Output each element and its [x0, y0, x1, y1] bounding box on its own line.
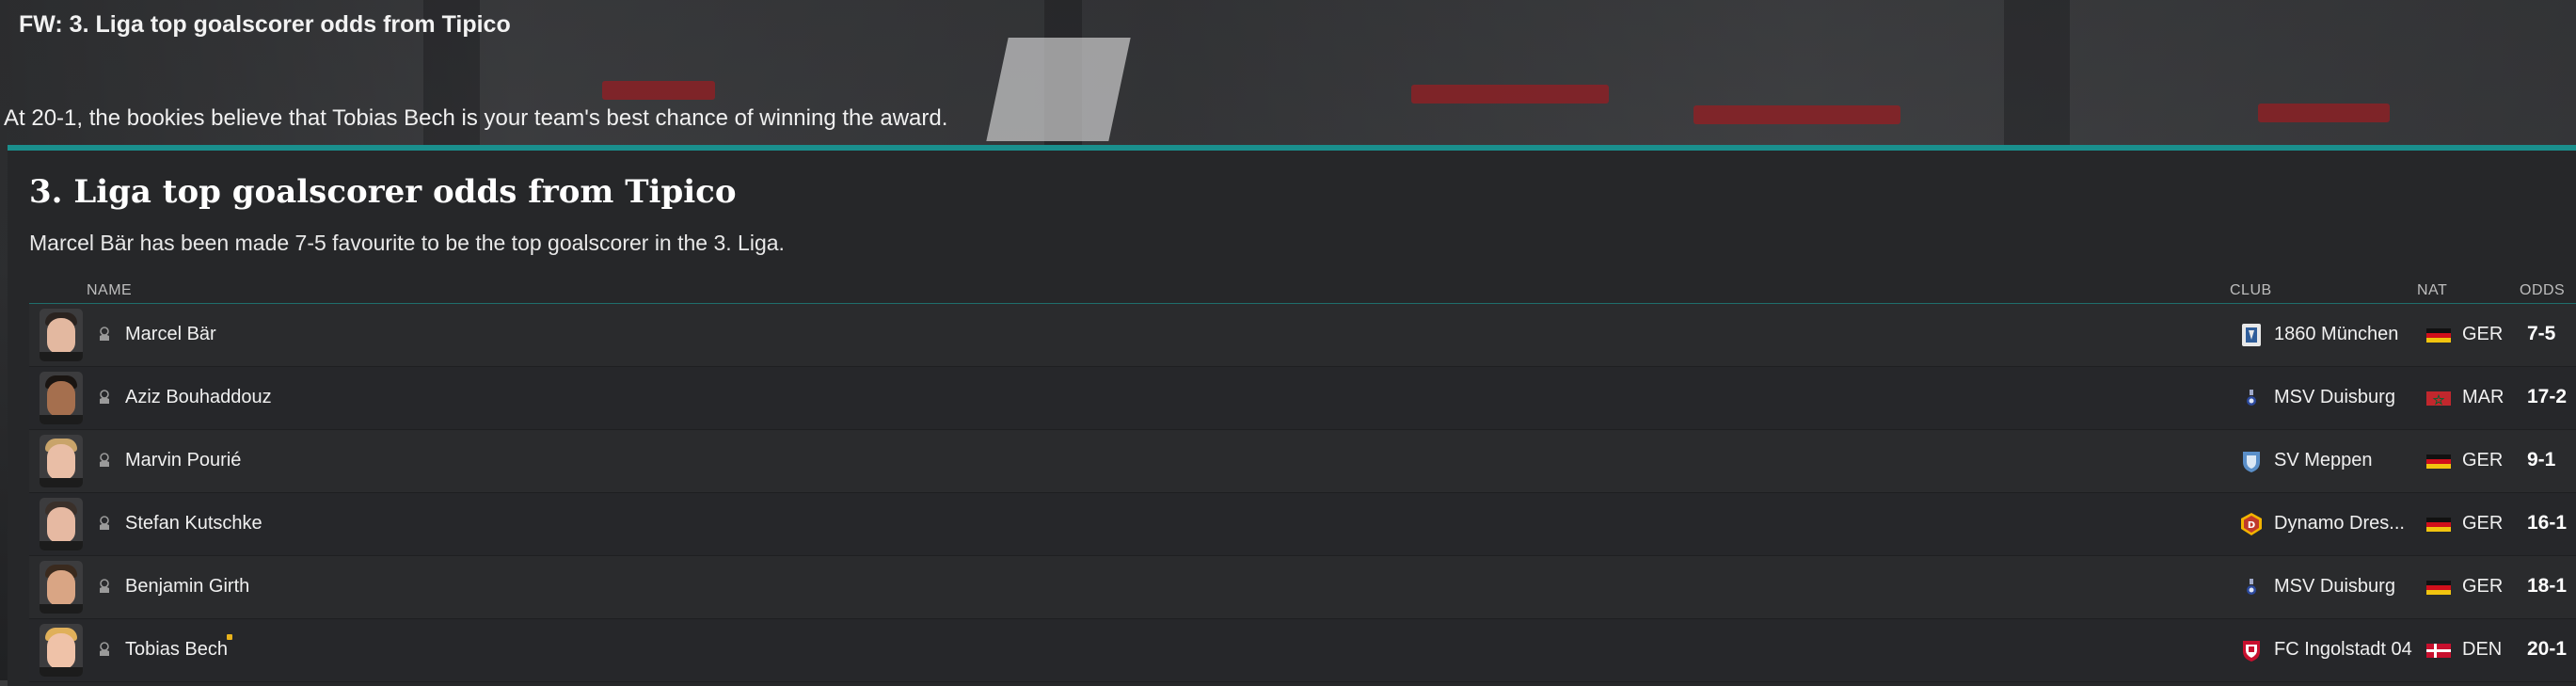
player-role-icon — [100, 390, 109, 404]
odds-value: 20-1 — [2527, 638, 2568, 660]
table-row[interactable]: Marcel Bär 1860 München GER 7-5 — [29, 304, 2576, 367]
table-row[interactable]: Tobias Bech FC Ingolstadt 04 DEN 20-1 — [29, 619, 2576, 682]
player-role-icon — [100, 516, 109, 530]
player-role-icon — [100, 453, 109, 467]
odds-value: 18-1 — [2527, 575, 2568, 597]
player-role-icon — [100, 327, 109, 341]
svg-text:D: D — [2248, 520, 2255, 531]
player-avatar[interactable] — [40, 309, 83, 361]
club-name[interactable]: MSV Duisburg — [2274, 576, 2395, 598]
odds-value: 7-5 — [2527, 323, 2556, 344]
club-name[interactable]: SV Meppen — [2274, 450, 2373, 471]
nationality: GER — [2462, 576, 2504, 597]
sv-meppen-badge-icon — [2243, 452, 2260, 472]
denmark-flag-icon — [2426, 644, 2451, 658]
player-name[interactable]: Stefan Kutschke — [125, 513, 262, 534]
player-name[interactable]: Benjamin Girth — [125, 576, 249, 598]
news-summary: At 20-1, the bookies believe that Tobias… — [4, 105, 948, 131]
player-name[interactable]: Marvin Pourié — [125, 450, 241, 471]
column-header-club[interactable]: CLUB — [2230, 282, 2272, 299]
player-avatar[interactable] — [40, 435, 83, 487]
news-title: FW: 3. Liga top goalscorer odds from Tip… — [19, 11, 511, 38]
germany-flag-icon — [2426, 518, 2451, 532]
table-row[interactable]: Benjamin Girth MSV Duisburg GER 18-1 — [29, 556, 2576, 619]
column-header-odds[interactable]: ODDS — [2520, 282, 2565, 299]
germany-flag-icon — [2426, 581, 2451, 595]
fc-ingolstadt-badge-icon — [2243, 641, 2260, 662]
player-name[interactable]: Tobias Bech — [125, 639, 228, 661]
odds-value: 17-2 — [2527, 386, 2568, 407]
player-role-icon — [100, 642, 109, 656]
interest-star-icon — [227, 634, 232, 640]
club-name[interactable]: Dynamo Dres... — [2274, 513, 2405, 534]
msv-duisburg-badge-icon — [2247, 390, 2256, 406]
germany-flag-icon — [2426, 455, 2451, 469]
odds-panel: 3. Liga top goalscorer odds from Tipico … — [8, 145, 2576, 686]
player-role-icon — [100, 579, 109, 593]
nationality: MAR — [2462, 387, 2504, 407]
msv-duisburg-badge-icon — [2247, 579, 2256, 595]
panel-title: 3. Liga top goalscorer odds from Tipico — [29, 173, 737, 211]
club-name[interactable]: MSV Duisburg — [2274, 387, 2395, 408]
nationality: DEN — [2462, 639, 2503, 660]
odds-value: 9-1 — [2527, 449, 2556, 471]
odds-value: 16-1 — [2527, 512, 2568, 534]
nationality: GER — [2462, 513, 2504, 534]
column-header-nat[interactable]: NAT — [2417, 282, 2447, 299]
player-avatar[interactable] — [40, 372, 83, 424]
dynamo-dresden-badge-icon: D — [2241, 513, 2262, 535]
panel-subtitle: Marcel Bär has been made 7-5 favourite t… — [29, 231, 785, 255]
nationality: GER — [2462, 450, 2504, 471]
player-name[interactable]: Aziz Bouhaddouz — [125, 387, 272, 408]
morocco-flag-icon — [2426, 391, 2451, 406]
column-header-name[interactable]: NAME — [87, 282, 132, 299]
odds-table: Marcel Bär 1860 München GER 7-5 Aziz Bou… — [29, 304, 2576, 682]
player-name[interactable]: Marcel Bär — [125, 324, 216, 345]
table-row[interactable]: Aziz Bouhaddouz MSV Duisburg MAR 17-2 — [29, 367, 2576, 430]
nationality: GER — [2462, 324, 2504, 344]
table-row[interactable]: Stefan Kutschke D Dynamo Dres... GER 16-… — [29, 493, 2576, 556]
player-avatar[interactable] — [40, 498, 83, 550]
germany-flag-icon — [2426, 328, 2451, 343]
club-name[interactable]: FC Ingolstadt 04 — [2274, 639, 2412, 661]
player-avatar[interactable] — [40, 624, 83, 677]
1860-munchen-badge-icon — [2242, 324, 2261, 346]
player-avatar[interactable] — [40, 561, 83, 614]
table-row[interactable]: Marvin Pourié SV Meppen GER 9-1 — [29, 430, 2576, 493]
club-name[interactable]: 1860 München — [2274, 324, 2398, 345]
